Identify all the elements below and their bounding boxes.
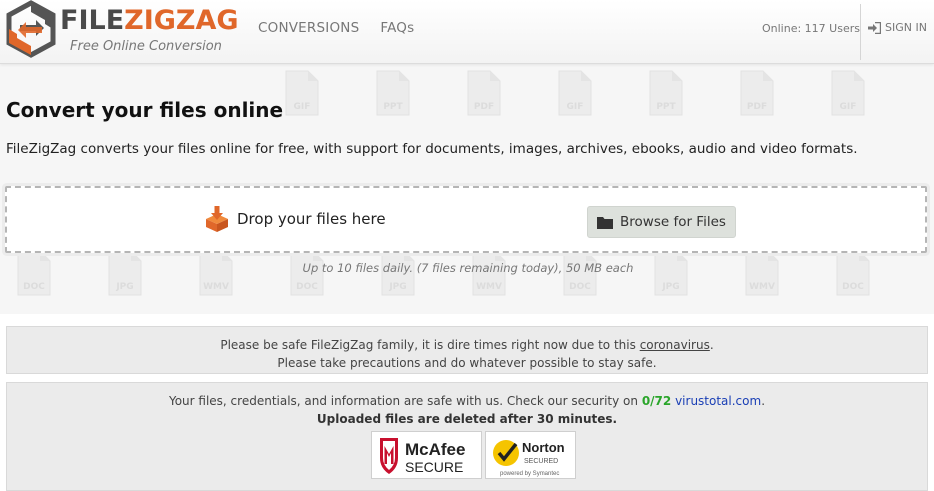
- file-type-icon-label: JPG: [388, 282, 406, 292]
- file-type-icon-label: GIF: [840, 102, 857, 112]
- virustotal-link[interactable]: virustotal.com: [675, 394, 761, 408]
- file-type-icon: PDF: [467, 70, 501, 116]
- svg-text:SECURED: SECURED: [524, 458, 558, 465]
- mcafee-secure-badge[interactable]: McAfee SECURE: [371, 431, 482, 479]
- folder-icon: [597, 216, 613, 229]
- security-line: Your files, credentials, and information…: [168, 394, 766, 408]
- file-type-icon-label: PPT: [383, 102, 403, 112]
- mcafee-shield-icon: McAfee SECURE: [380, 438, 465, 475]
- sign-in-label: SIGN IN: [885, 21, 927, 34]
- file-type-icon: GIF: [285, 70, 319, 116]
- file-type-icon-label: WMV: [203, 282, 229, 292]
- file-type-icon-label: PDF: [474, 102, 494, 112]
- file-type-icon: PDF: [740, 70, 774, 116]
- svg-text:SECURE: SECURE: [405, 459, 463, 475]
- browse-files-label: Browse for Files: [620, 214, 726, 230]
- svg-text:McAfee: McAfee: [405, 440, 465, 459]
- nav-conversions[interactable]: CONVERSIONS: [258, 20, 359, 36]
- file-type-icon-label: WMV: [476, 282, 502, 292]
- sign-in-icon: [868, 21, 881, 34]
- file-type-icon-label: PPT: [656, 102, 676, 112]
- file-drop-zone[interactable]: Drop your files here Browse for Files: [5, 186, 927, 253]
- header-divider: [860, 4, 861, 60]
- file-type-icon-label: DOC: [296, 282, 318, 292]
- security-notice: Your files, credentials, and information…: [6, 382, 928, 491]
- logo-hexagon-icon: [6, 0, 56, 58]
- file-type-icon-label: GIF: [567, 102, 584, 112]
- file-type-icon: GIF: [558, 70, 592, 116]
- norton-check-icon: Norton SECURED powered by Symantec: [493, 440, 565, 477]
- page-title: Convert your files online: [6, 98, 284, 122]
- main-nav: CONVERSIONS FAQs: [258, 20, 414, 36]
- page-description: FileZigZag converts your files online fo…: [6, 141, 858, 157]
- file-type-icon-label: WMV: [749, 282, 775, 292]
- file-type-icon-label: JPG: [661, 282, 679, 292]
- logo-wordmark: FILEZIGZAG: [60, 5, 239, 36]
- file-type-icon: PPT: [649, 70, 683, 116]
- svg-text:Norton: Norton: [522, 440, 565, 455]
- drop-files-text: Drop your files here: [237, 210, 386, 228]
- file-type-icon-label: PDF: [747, 102, 767, 112]
- file-type-icon-label: DOC: [23, 282, 45, 292]
- site-logo[interactable]: FILEZIGZAG Free Online Conversion: [4, 0, 239, 60]
- online-users-count: Online: 117 Users: [762, 22, 860, 35]
- coronavirus-link[interactable]: coronavirus: [640, 338, 710, 352]
- logo-tagline: Free Online Conversion: [70, 39, 222, 54]
- file-type-icon-label: GIF: [294, 102, 311, 112]
- site-header: FILEZIGZAG Free Online Conversion CONVER…: [0, 0, 934, 64]
- norton-secured-badge[interactable]: Norton SECURED powered by Symantec: [485, 431, 576, 479]
- security-badges: McAfee SECURE Norton SECURED powered by …: [371, 431, 576, 479]
- covid-notice-line1: Please be safe FileZigZag family, it is …: [220, 338, 714, 352]
- covid-notice-line2: Please take precautions and do whatever …: [277, 356, 657, 370]
- download-box-icon: [206, 206, 228, 232]
- file-type-icon-label: DOC: [842, 282, 864, 292]
- file-type-icon: PPT: [376, 70, 410, 116]
- file-type-icon-label: JPG: [115, 282, 133, 292]
- file-type-icon: GIF: [831, 70, 865, 116]
- sign-in-link[interactable]: SIGN IN: [868, 21, 927, 34]
- drop-files-label: Drop your files here: [205, 206, 386, 232]
- browse-files-button[interactable]: Browse for Files: [587, 206, 736, 238]
- svg-text:powered by Symantec: powered by Symantec: [500, 471, 559, 477]
- file-type-icon-label: DOC: [569, 282, 591, 292]
- virustotal-score: 0/72: [641, 394, 672, 408]
- file-deletion-note: Uploaded files are deleted after 30 minu…: [316, 412, 618, 426]
- upload-limits-note: Up to 10 files daily. (7 files remaining…: [302, 261, 634, 275]
- nav-faqs[interactable]: FAQs: [380, 20, 414, 36]
- covid-notice: Please be safe FileZigZag family, it is …: [6, 326, 928, 374]
